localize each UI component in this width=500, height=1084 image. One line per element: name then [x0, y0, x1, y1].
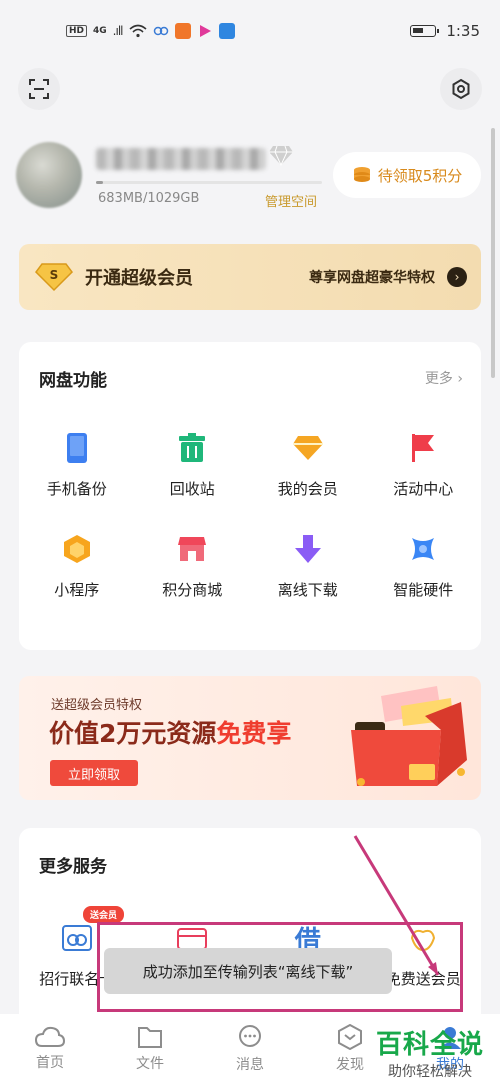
feature-smart-hardware[interactable]: 智能硬件 — [366, 533, 482, 600]
download-arrow-icon — [294, 535, 321, 563]
vip-subtitle: 尊享网盘超豪华特权 — [309, 270, 435, 286]
feature-recycle-bin[interactable]: 回收站 — [135, 432, 251, 499]
settings-button[interactable] — [440, 68, 482, 110]
scan-button[interactable] — [18, 68, 60, 110]
vip-diamond-icon: S — [35, 263, 73, 292]
smart-hardware-icon — [412, 538, 435, 560]
infinity-app-icon — [153, 26, 168, 36]
bird-app-icon — [218, 23, 235, 39]
manage-space-link[interactable]: 管理空间 — [265, 191, 317, 210]
signal-icon: .ıll — [112, 24, 124, 38]
status-bar: HD 4G .ıll 1:35 — [0, 0, 500, 62]
claim-now-button[interactable]: 立即领取 — [50, 760, 138, 786]
hexagon-icon — [63, 535, 90, 563]
wifi-icon — [128, 24, 147, 38]
member-badge: 送会员 — [83, 906, 125, 923]
bank-card-icon — [61, 925, 92, 951]
promo-banner[interactable]: 送超级会员特权 价值2万元资源免费享 立即领取 S — [19, 676, 481, 800]
phone-icon — [66, 433, 87, 463]
nav-messages[interactable]: 消息 — [200, 1014, 300, 1084]
nav-files[interactable]: 文件 — [100, 1014, 200, 1084]
avatar[interactable] — [16, 142, 82, 208]
gift-box-illustration: S — [351, 686, 467, 786]
cloud-icon — [35, 1026, 65, 1047]
svg-text:S: S — [50, 268, 59, 282]
vip-title: 开通超级会员 — [85, 268, 193, 289]
storage-bar — [96, 181, 322, 184]
watermark-title: 百科全说 — [375, 1030, 484, 1060]
features-card: 网盘功能 更多 › 手机备份 回收站 我的会员 活动中心 小程序 积分商城 离线… — [19, 342, 481, 650]
feature-points-mall[interactable]: 积分商城 — [135, 533, 251, 600]
feature-offline-download[interactable]: 离线下载 — [250, 533, 366, 600]
feature-phone-backup[interactable]: 手机备份 — [19, 432, 135, 499]
promo-headline: 价值2万元资源免费享 — [49, 719, 292, 748]
claim-points-button[interactable]: 待领取5积分 — [333, 152, 481, 198]
member-diamond-icon — [292, 436, 323, 460]
network-type: 4G — [93, 26, 107, 36]
discover-icon — [338, 1024, 362, 1050]
feature-activity-center[interactable]: 活动中心 — [366, 432, 482, 499]
battery-icon — [410, 25, 440, 37]
folder-icon — [138, 1027, 162, 1048]
scrollbar[interactable] — [491, 128, 495, 378]
features-grid: 手机备份 回收站 我的会员 活动中心 小程序 积分商城 离线下载 智能硬件 — [19, 432, 481, 600]
app-notification-icon — [174, 23, 191, 39]
coins-icon — [353, 167, 370, 182]
watermark: 百科全说 助你轻松解决 — [372, 1024, 488, 1081]
gear-icon — [452, 78, 470, 100]
watermark-subtitle: 助你轻松解决 — [388, 1064, 472, 1080]
storage-text: 683MB/1029GB — [98, 191, 200, 206]
status-time: 1:35 — [446, 22, 480, 40]
services-title: 更多服务 — [39, 857, 107, 877]
super-vip-banner[interactable]: S 开通超级会员 尊享网盘超豪华特权 › — [19, 244, 481, 310]
feature-mini-programs[interactable]: 小程序 — [19, 533, 135, 600]
trash-icon — [179, 433, 206, 462]
hd-indicator: HD — [66, 25, 88, 37]
claim-points-label: 待领取5积分 — [377, 166, 463, 185]
features-title: 网盘功能 — [39, 371, 107, 391]
feature-my-membership[interactable]: 我的会员 — [250, 432, 366, 499]
features-more-link[interactable]: 更多 › — [425, 368, 463, 388]
chevron-right-icon: › — [447, 267, 467, 287]
store-icon — [178, 537, 207, 561]
annotation-highlight-box — [97, 922, 463, 1012]
chat-icon — [239, 1025, 261, 1047]
scan-icon — [29, 79, 49, 99]
promo-small-text: 送超级会员特权 — [51, 698, 143, 713]
flag-icon — [412, 434, 435, 462]
username-blurred — [96, 148, 266, 170]
play-app-icon — [199, 25, 211, 37]
diamond-icon — [269, 145, 293, 166]
nav-home[interactable]: 首页 — [0, 1014, 100, 1084]
